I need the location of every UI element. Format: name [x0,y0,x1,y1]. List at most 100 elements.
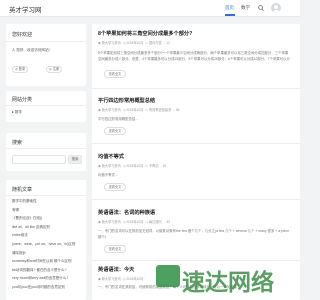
folder-icon: ▭ [145,108,149,112]
list-item[interactable]: be动词的翻译?·都在的含义是什么? [12,266,75,275]
search-button[interactable]: 搜索 [68,155,82,164]
post-title[interactable]: 平行四边形常用概型总结 [98,97,155,104]
post-category: 不再出 [148,164,159,168]
list-item[interactable]: 清除指针 [12,249,75,258]
clock-icon: ◷ [122,41,126,45]
post-views: 81 [163,164,167,168]
author-icon: ◉ [98,164,101,168]
read-more-button[interactable]: 查看全文 [104,127,126,135]
post-meta: ◉ 新大学习资讯 ◷ 2024年10月 [98,276,143,281]
clock-icon: ◷ [122,220,126,224]
category-item-math[interactable]: ▸ 数学 [12,110,22,115]
post-excerpt: 8个苹果如何将三角空间分成最多多个部分?一个苹果最少空间分成两部分，两个苹果最多… [98,51,290,61]
categories-card: 网站分类 ▸ 数学 [6,91,86,122]
nav-home[interactable]: 首页 [225,5,234,11]
user-icon: ♙ [12,48,16,52]
read-more-button[interactable]: 查看全文 [104,245,126,253]
post-views: 12 [166,41,170,45]
watermark-text: 速达网络 [182,269,274,295]
list-item[interactable]: you问you/还you问时都的含意区别 [12,283,75,292]
read-more-button[interactable]: 查看全文 [104,70,126,78]
post-author: 新大学习资讯 [101,41,121,45]
category-label: 数学 [14,110,22,114]
post-date: 2024年10月 [126,108,144,112]
list-item[interactable]: 数学中的基础性 [12,197,75,206]
post-excerpt: 一、专门的名词可以在其前加无冠词，以使其对象有the few 做个几个，几分之(… [98,229,290,239]
search-input[interactable] [12,155,66,164]
folder-icon: ▭ [145,41,149,45]
watermark-logo-icon [156,265,180,287]
post-meta: ◉ 新大学习资讯 ◷ 2024年10月 ▭ 每日提问 ◌ 33 [98,219,170,224]
site-logo[interactable]: 英才学习网 [9,4,42,14]
list-item[interactable]: like all、all like 这俩区别 [12,223,75,232]
post-views: 33 [166,220,170,224]
post-date: 2024年10月 [126,277,144,281]
login-label: 登录 [18,67,26,71]
top-header: 英才学习网 首页 数学 [0,0,300,17]
divider [6,148,86,149]
search-icon[interactable] [258,5,264,11]
welcome-card: 您好欢迎 ♙ 您好、欢迎访问网站! ◎ 登录 ◎ 注册 [6,24,86,86]
post-author: 新大学习资讯 [101,220,121,224]
post-title[interactable]: 8个苹果如何将三角空间分成最多个部分? [98,30,192,37]
read-more-button[interactable]: 查看全文 [104,183,126,191]
folder-icon: ▭ [145,220,149,224]
register-icon: ◎ [49,67,52,71]
nav-math[interactable]: 数学 [241,5,250,11]
list-item[interactable]: someday和one时间在以前 哪个么区别 [12,257,75,266]
register-button[interactable]: ◎ 注册 [46,66,63,73]
post-excerpt: 均值不等式... [98,173,118,177]
post-title[interactable]: 英语语法：今天 [98,266,134,273]
divider [6,195,86,196]
folder-icon: ▭ [145,164,149,168]
list-item[interactable]: (were、wear、put on、have on、in)区别 [12,240,75,249]
post-list [92,24,300,300]
list-item[interactable]: 《曹刿论战》在线() [12,214,75,223]
post-author: 新大学习资讯 [101,108,121,112]
post-excerpt: 平行四边形常用概型总结... [98,117,139,121]
post-title[interactable]: 均值不等式 [98,153,124,160]
post-date: 2024年10月 [126,220,144,224]
author-icon: ◉ [98,108,101,112]
divider [6,41,86,42]
divider [92,260,300,261]
welcome-greeting: ♙ 您好、欢迎访问网站! [12,48,50,53]
welcome-title: 您好欢迎 [12,32,33,38]
clock-icon: ◷ [122,108,126,112]
author-icon: ◉ [98,220,101,224]
login-button[interactable]: ◎ 登录 [12,66,29,73]
post-author: 新大学习资讯 [101,164,121,168]
search-card: 搜索 搜索 [6,133,86,171]
list-item[interactable]: very much和very well的含意是什么? [12,274,75,283]
list-item[interactable]: 有哪 [12,206,75,215]
list-bullet-icon: ▸ [12,110,14,114]
author-icon: ◉ [98,277,101,281]
eye-icon: ◌ [173,108,175,112]
login-icon: ◎ [15,67,18,71]
nav-active-indicator [225,14,235,16]
post-views: 56 [175,108,180,112]
random-articles-card: 随机文章 数学中的基础性 有哪 《曹刿论战》在线() like all、all … [6,180,86,300]
divider [92,143,300,144]
post-title[interactable]: 英语语法：名词的种族语 [98,209,155,216]
categories-title: 网站分类 [12,97,33,103]
post-author: 新大学习资讯 [101,277,121,281]
post-category: 提问与答 [148,41,162,45]
random-articles-title: 随机文章 [12,187,33,193]
clock-icon: ◷ [122,164,126,168]
greeting-text: 您好、欢迎访问网站! [16,48,50,52]
post-category: 有效率还是最多 [148,108,172,112]
random-articles-list: 数学中的基础性 有哪 《曹刿论战》在线() like all、all like … [12,197,75,292]
avatar[interactable] [271,3,281,13]
author-icon: ◉ [98,41,101,45]
search-title: 搜索 [12,140,23,146]
divider [92,199,300,200]
register-label: 注册 [52,67,60,71]
divider [6,105,86,106]
post-date: 2024年10月 [126,41,144,45]
clock-icon: ◷ [122,277,126,281]
post-meta: ◉ 新大学习资讯 ◷ 2024年10月 ▭ 有效率还是最多 ◌ 56 [98,107,179,112]
post-date: 2024年10月 [126,164,144,168]
list-item[interactable]: entire用法 [12,231,75,240]
post-meta: ◉ 新大学习资讯 ◷ 2024年10月 ▭ 不再出 ◌ 81 [98,163,167,168]
